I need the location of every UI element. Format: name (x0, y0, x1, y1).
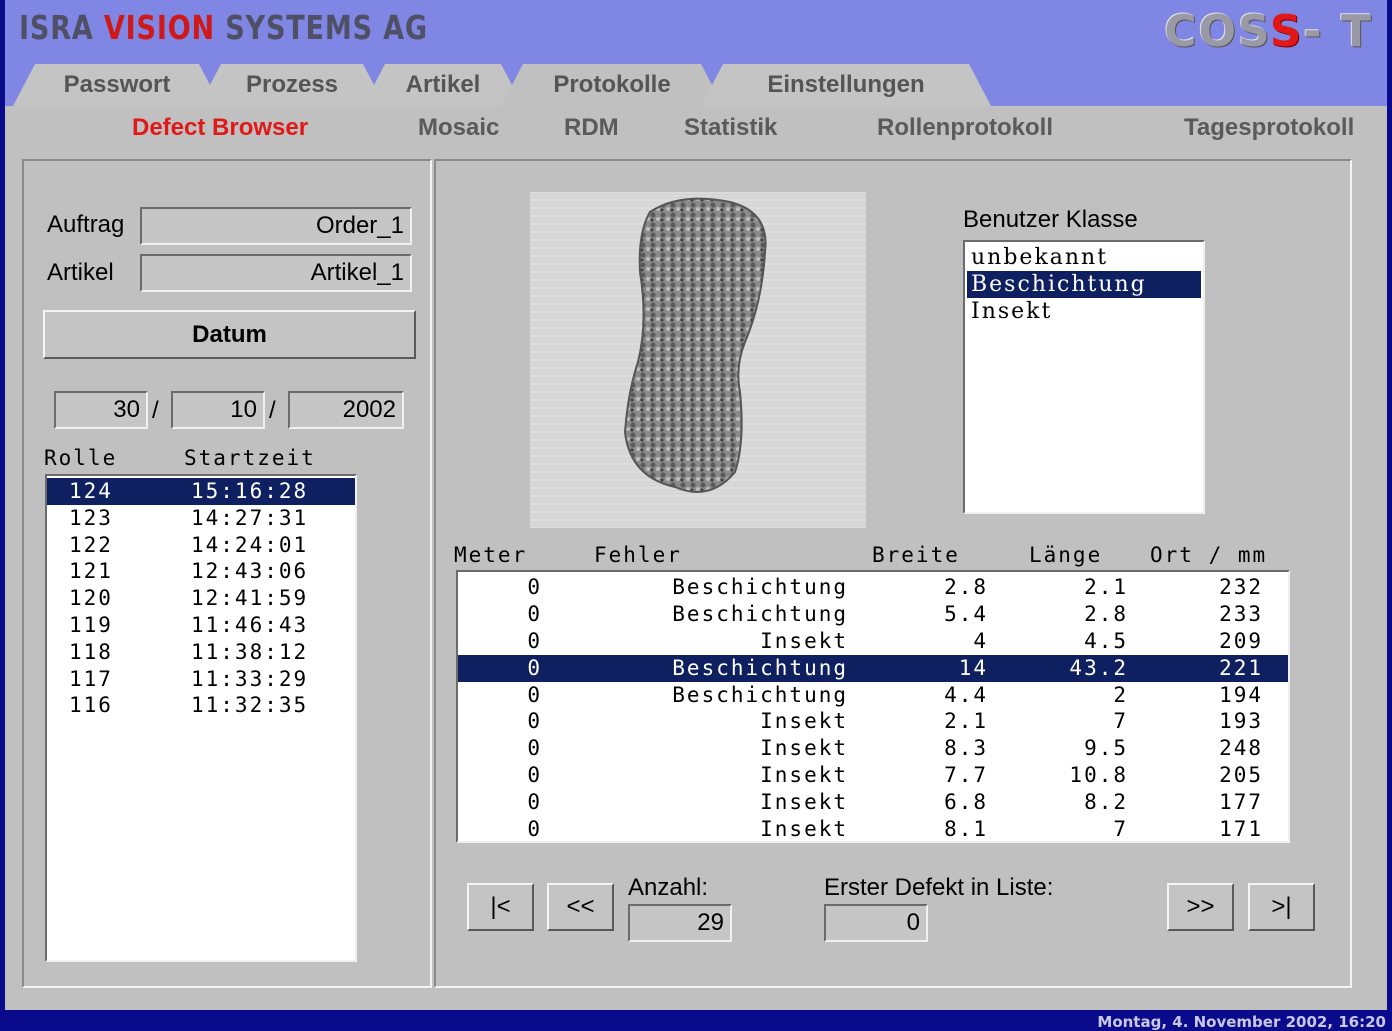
col-ort-header: Ort / mm (1150, 543, 1268, 567)
tab-protokolle[interactable]: Protokolle (501, 64, 723, 106)
list-item[interactable]: Beschichtung (967, 271, 1201, 298)
tab-passwort[interactable]: Passwort (13, 64, 221, 106)
tab-einstellungen[interactable]: Einstellungen (701, 64, 991, 106)
roll-list[interactable]: 124 15:16:28 123 14:27:31 122 14:24:01 121 1… (45, 474, 357, 962)
anzahl-field: 29 (628, 904, 732, 942)
day-field[interactable]: 30 (54, 391, 148, 429)
col-breite-header: Breite (872, 543, 960, 567)
table-row[interactable]: 0 Beschichtung 2.8 2.1 232 (458, 574, 1288, 601)
main-tab-bar: Passwort Prozess Artikel Protokolle Eins… (5, 58, 1387, 106)
col-startzeit-header: Startzeit (184, 446, 316, 470)
status-datetime: Montag, 4. November 2002, 16:20 (1097, 1013, 1386, 1031)
datum-button[interactable]: Datum (43, 310, 416, 359)
table-row[interactable]: 0 Insekt 7.7 10.8 205 (458, 762, 1288, 789)
list-item[interactable]: 122 14:24:01 (47, 532, 355, 559)
artikel-label: Artikel (47, 259, 114, 286)
title-bar: ISRA VISION SYSTEMS AG COSS- T (5, 0, 1387, 58)
class-title: Benutzer Klasse (963, 206, 1138, 233)
list-item[interactable]: 121 12:43:06 (47, 558, 355, 585)
subnav-defect-browser[interactable]: Defect Browser (132, 114, 308, 142)
next-defects-button[interactable]: >> (1167, 883, 1234, 931)
erster-defekt-label: Erster Defekt in Liste: (824, 874, 1054, 901)
prev-defects-button[interactable]: << (547, 883, 614, 931)
content-area: Auftrag Order_1 Artikel Artikel_1 Datum … (5, 152, 1387, 1010)
col-laenge-header: Länge (1029, 543, 1103, 567)
table-row[interactable]: 0 Insekt 4 4.5 209 (458, 628, 1288, 655)
first-defect-button[interactable]: |< (467, 883, 534, 931)
month-field[interactable]: 10 (171, 391, 265, 429)
date-separator: / (152, 397, 159, 424)
table-row[interactable]: 0 Insekt 8.3 9.5 248 (458, 735, 1288, 762)
list-item[interactable]: 124 15:16:28 (47, 478, 355, 505)
sub-navigation: Defect Browser Mosaic RDM Statistik Roll… (5, 106, 1387, 152)
subnav-rdm[interactable]: RDM (564, 114, 619, 142)
list-item[interactable]: 118 11:38:12 (47, 639, 355, 666)
table-row[interactable]: 0 Beschichtung 14 43.2 221 (458, 654, 1288, 682)
col-rolle-header: Rolle (44, 446, 118, 470)
tab-prozess[interactable]: Prozess (199, 64, 385, 106)
date-separator: / (269, 397, 276, 424)
subnav-tagesprotokoll[interactable]: Tagesprotokoll (1184, 114, 1354, 142)
table-row[interactable]: 0 Insekt 8.1 7 171 (458, 816, 1288, 843)
table-row[interactable]: 0 Insekt 2.1 7 193 (458, 708, 1288, 735)
subnav-statistik[interactable]: Statistik (684, 114, 777, 142)
product-logo: COSS- T (1164, 6, 1373, 57)
col-meter-header: Meter (454, 543, 528, 567)
defect-image (530, 192, 866, 528)
defect-table[interactable]: 0 Beschichtung 2.8 2.1 232 0 Beschichtung 5.4 2… (456, 570, 1290, 843)
table-row[interactable]: 0 Beschichtung 5.4 2.8 233 (458, 601, 1288, 628)
list-item[interactable]: 123 14:27:31 (47, 505, 355, 532)
list-item[interactable]: 116 11:32:35 (47, 692, 355, 719)
subnav-rollenprotokoll[interactable]: Rollenprotokoll (877, 114, 1053, 142)
auftrag-field: Order_1 (140, 207, 412, 245)
year-field[interactable]: 2002 (288, 391, 404, 429)
subnav-mosaic[interactable]: Mosaic (418, 114, 499, 142)
anzahl-label: Anzahl: (628, 874, 709, 901)
table-row[interactable]: 0 Insekt 6.8 8.2 177 (458, 789, 1288, 816)
table-row[interactable]: 0 Beschichtung 4.4 2 194 (458, 682, 1288, 709)
list-item[interactable]: 120 12:41:59 (47, 585, 355, 612)
col-fehler-header: Fehler (594, 543, 682, 567)
company-name: ISRA VISION SYSTEMS AG (19, 8, 428, 47)
artikel-field: Artikel_1 (140, 254, 412, 292)
list-item[interactable]: unbekannt (967, 244, 1201, 271)
last-defect-button[interactable]: >| (1248, 883, 1315, 931)
auftrag-label: Auftrag (47, 211, 125, 238)
erster-defekt-field: 0 (824, 904, 928, 942)
list-item[interactable]: 117 11:33:29 (47, 666, 355, 693)
class-list[interactable]: unbekannt Beschichtung Insekt (963, 240, 1205, 514)
list-item[interactable]: Insekt (967, 298, 1201, 325)
list-item[interactable]: 119 11:46:43 (47, 612, 355, 639)
tab-artikel[interactable]: Artikel (363, 64, 523, 106)
